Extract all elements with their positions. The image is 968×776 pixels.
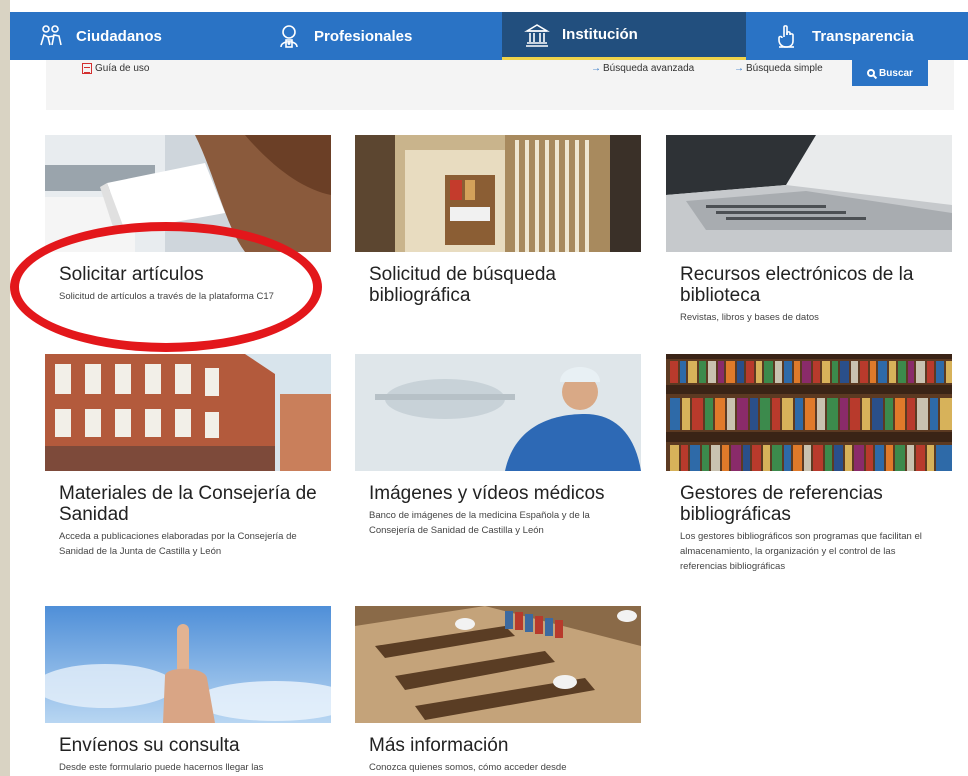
hand-icon [772, 21, 802, 51]
search-icon [867, 69, 876, 77]
card-title: Materiales de la Consejería de Sanidad [59, 483, 317, 525]
guide-link[interactable]: Guía de uso [82, 63, 149, 74]
card-image-mas-informacion [355, 606, 641, 723]
card-description: Solicitud de artículos a través de la pl… [59, 291, 274, 302]
nav-label-transparencia: Transparencia [812, 27, 914, 45]
card-materiales-consejeria[interactable]: Materiales de la Consejería de Sanidad A… [45, 354, 331, 559]
card-solicitar-articulos[interactable]: Solicitar artículos Solicitud de artícul… [45, 135, 331, 304]
page: Ciudadanos Profesionales Institución Tra… [10, 0, 968, 776]
arrow-right-icon: → [734, 63, 744, 74]
card-description: Los gestores bibliográficos son programa… [680, 531, 922, 572]
card-envienos-consulta[interactable]: Envíenos su consulta Desde este formular… [45, 606, 331, 775]
arrow-right-icon: → [591, 63, 601, 74]
card-title: Recursos electrónicos de la biblioteca [680, 264, 914, 306]
card-image-solicitar-articulos [45, 135, 331, 252]
card-description: Conozca quienes somos, cómo acceder desd… [369, 762, 567, 773]
card-description: Revistas, libros y bases de datos [680, 312, 819, 323]
card-mas-informacion[interactable]: Más información Conozca quienes somos, c… [355, 606, 641, 775]
nav-label-profesionales: Profesionales [314, 27, 413, 45]
card-description: Acceda a publicaciones elaboradas por la… [59, 531, 297, 557]
top-navigation: Ciudadanos Profesionales Institución Tra… [10, 12, 968, 60]
doctor-icon [274, 21, 304, 51]
card-title: Más información [369, 735, 509, 756]
advanced-search-link[interactable]: → Búsqueda avanzada [591, 63, 694, 74]
advanced-search-label: Búsqueda avanzada [603, 63, 695, 74]
card-title: Gestores de referencias bibliográficas [680, 483, 883, 525]
card-description: Banco de imágenes de la medicina Español… [369, 510, 590, 536]
card-title: Solicitar artículos [59, 264, 204, 285]
nav-item-profesionales[interactable]: Profesionales [256, 12, 502, 60]
card-title: Imágenes y vídeos médicos [369, 483, 605, 504]
nav-label-ciudadanos: Ciudadanos [76, 27, 162, 45]
card-recursos-electronicos[interactable]: Recursos electrónicos de la biblioteca R… [666, 135, 952, 325]
nav-item-transparencia[interactable]: Transparencia [746, 12, 968, 60]
card-image-gestores-referencias [666, 354, 952, 471]
card-image-materiales-consejeria [45, 354, 331, 471]
search-button[interactable]: Buscar [852, 60, 928, 86]
card-title: Solicitud de búsqueda bibliográfica [369, 264, 556, 306]
card-gestores-referencias[interactable]: Gestores de referencias bibliográficas L… [666, 354, 952, 574]
simple-search-label: Búsqueda simple [746, 63, 823, 74]
card-image-solicitud-busqueda [355, 135, 641, 252]
card-title: Envíenos su consulta [59, 735, 240, 756]
nav-item-institucion[interactable]: Institución [502, 12, 746, 60]
search-bar: Guía de uso → Búsqueda avanzada → Búsqueda… [46, 60, 954, 110]
nav-item-ciudadanos[interactable]: Ciudadanos [10, 12, 256, 60]
institution-icon [522, 20, 552, 50]
card-image-recursos-electronicos [666, 135, 952, 252]
search-button-label: Buscar [879, 67, 913, 79]
card-image-envienos-consulta [45, 606, 331, 723]
pdf-icon [82, 63, 92, 74]
card-description: Desde este formulario puede hacernos lle… [59, 762, 264, 773]
people-icon [36, 21, 66, 51]
nav-label-institucion: Institución [562, 26, 638, 43]
card-solicitud-busqueda[interactable]: Solicitud de búsqueda bibliográfica [355, 135, 641, 310]
card-image-imagenes-videos [355, 354, 641, 471]
simple-search-link[interactable]: → Búsqueda simple [734, 63, 823, 74]
card-imagenes-videos[interactable]: Imágenes y vídeos médicos Banco de imáge… [355, 354, 641, 538]
guide-label: Guía de uso [95, 63, 150, 74]
